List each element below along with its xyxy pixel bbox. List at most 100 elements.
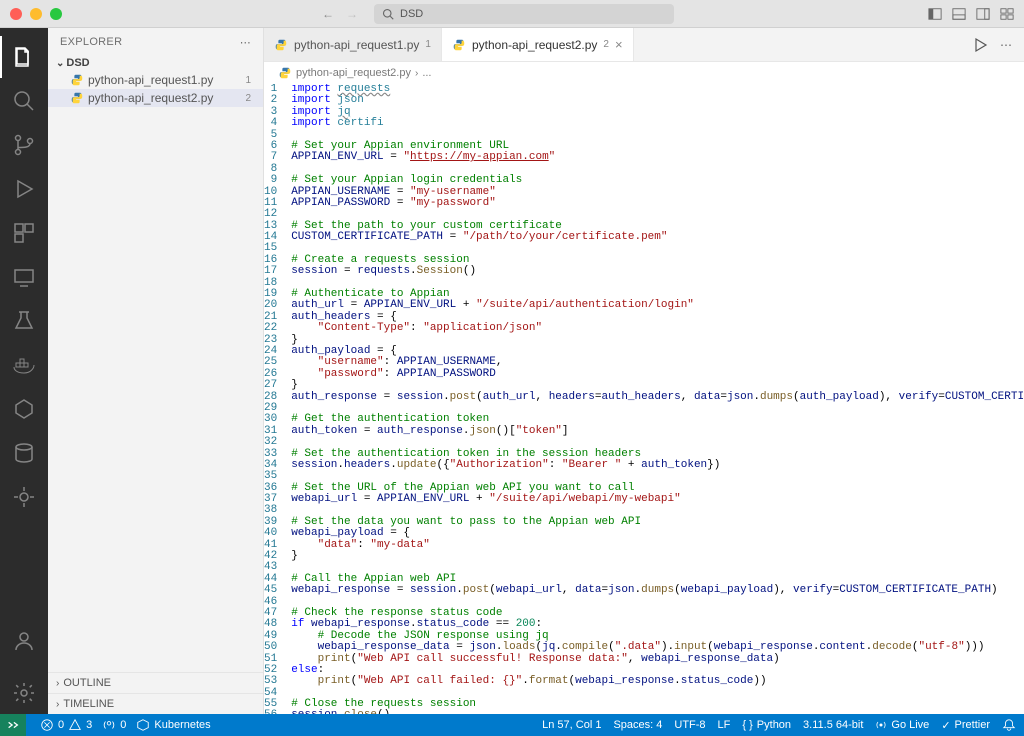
remote-indicator[interactable] bbox=[0, 714, 26, 736]
python-file-icon bbox=[278, 66, 292, 80]
chevron-down-icon: ⌄ bbox=[56, 58, 64, 69]
status-notifications[interactable] bbox=[1002, 718, 1016, 732]
status-indentation[interactable]: Spaces: 4 bbox=[613, 719, 662, 731]
warning-icon bbox=[68, 718, 82, 732]
close-tab-button[interactable]: × bbox=[615, 37, 623, 52]
status-prettier[interactable]: ✓Prettier bbox=[941, 719, 990, 732]
chevron-right-icon: › bbox=[56, 678, 59, 689]
broadcast-icon bbox=[875, 719, 887, 731]
live-share-icon bbox=[12, 485, 36, 509]
status-ports[interactable]: 0 bbox=[102, 718, 126, 732]
layout-sidebar-right-icon[interactable] bbox=[976, 7, 990, 21]
file-name: python-api_request2.py bbox=[88, 91, 213, 105]
chevron-right-icon: › bbox=[415, 68, 418, 79]
radio-tower-icon bbox=[102, 718, 116, 732]
error-icon bbox=[40, 718, 54, 732]
file-badge: 1 bbox=[245, 75, 255, 86]
status-problems[interactable]: 0 3 bbox=[40, 718, 92, 732]
activity-run-debug[interactable] bbox=[0, 168, 48, 210]
run-file-button[interactable] bbox=[972, 37, 988, 53]
activity-live-share[interactable] bbox=[0, 476, 48, 518]
layout-sidebar-left-icon[interactable] bbox=[928, 7, 942, 21]
play-bug-icon bbox=[12, 177, 36, 201]
nav-forward-button[interactable]: → bbox=[346, 7, 358, 21]
nav-arrows: ← → bbox=[322, 7, 358, 21]
editor-area: python-api_request1.py1python-api_reques… bbox=[264, 28, 1024, 714]
chevron-right-icon: › bbox=[56, 699, 59, 710]
file-badge: 2 bbox=[245, 93, 255, 104]
breadcrumb-more[interactable]: ... bbox=[422, 67, 431, 79]
window-controls bbox=[10, 8, 62, 20]
editor-tabs: python-api_request1.py1python-api_reques… bbox=[264, 28, 1024, 62]
activity-search[interactable] bbox=[0, 80, 48, 122]
activity-docker[interactable] bbox=[0, 344, 48, 386]
titlebar-actions bbox=[928, 7, 1014, 21]
breadcrumb-file[interactable]: python-api_request2.py bbox=[296, 67, 411, 79]
database-icon bbox=[12, 441, 36, 465]
git-branch-icon bbox=[12, 133, 36, 157]
activity-kubernetes[interactable] bbox=[0, 388, 48, 430]
extensions-icon bbox=[12, 221, 36, 245]
bell-icon bbox=[1002, 718, 1016, 732]
status-kubernetes[interactable]: Kubernetes bbox=[136, 718, 210, 732]
status-eol[interactable]: LF bbox=[718, 719, 731, 731]
gear-icon bbox=[12, 681, 36, 705]
remote-icon bbox=[12, 265, 36, 289]
explorer-title: EXPLORER bbox=[60, 36, 122, 49]
file-name: python-api_request1.py bbox=[88, 73, 213, 87]
search-text: DSD bbox=[400, 8, 423, 20]
nav-back-button[interactable]: ← bbox=[322, 7, 334, 21]
activity-accounts[interactable] bbox=[0, 620, 48, 662]
timeline-section[interactable]: ›TIMELINE bbox=[48, 693, 263, 714]
tab-badge: 2 bbox=[603, 39, 609, 50]
code-content[interactable]: import requestsimport jsonimport jqimpor… bbox=[291, 84, 1024, 714]
folder-name: DSD bbox=[66, 57, 89, 69]
activity-source-control[interactable] bbox=[0, 124, 48, 166]
python-file-icon bbox=[274, 38, 288, 52]
editor-tab[interactable]: python-api_request2.py 2 × bbox=[442, 28, 634, 61]
status-language[interactable]: { }Python bbox=[742, 719, 791, 731]
customize-layout-icon[interactable] bbox=[1000, 7, 1014, 21]
status-encoding[interactable]: UTF-8 bbox=[674, 719, 705, 731]
explorer-sidebar: EXPLORER ⋯ ⌄ DSD python-api_request1.py 1… bbox=[48, 28, 264, 714]
explorer-more-button[interactable]: ⋯ bbox=[240, 36, 251, 49]
explorer-header: EXPLORER ⋯ bbox=[48, 28, 263, 53]
activity-database[interactable] bbox=[0, 432, 48, 474]
remote-icon bbox=[6, 718, 20, 732]
file-item[interactable]: python-api_request2.py 2 bbox=[48, 89, 263, 107]
close-window-button[interactable] bbox=[10, 8, 22, 20]
search-icon bbox=[12, 89, 36, 113]
files-icon bbox=[12, 45, 36, 69]
command-center-search[interactable]: DSD bbox=[374, 4, 674, 24]
tab-badge: 1 bbox=[425, 39, 431, 50]
breadcrumb[interactable]: python-api_request2.py › ... bbox=[264, 62, 1024, 84]
account-icon bbox=[12, 629, 36, 653]
activity-testing[interactable] bbox=[0, 300, 48, 342]
activity-extensions[interactable] bbox=[0, 212, 48, 254]
outline-section[interactable]: ›OUTLINE bbox=[48, 672, 263, 693]
status-cursor-position[interactable]: Ln 57, Col 1 bbox=[542, 719, 601, 731]
beaker-icon bbox=[12, 309, 36, 333]
file-item[interactable]: python-api_request1.py 1 bbox=[48, 71, 263, 89]
status-bar: 0 3 0 Kubernetes Ln 57, Col 1 Spaces: 4 … bbox=[0, 714, 1024, 736]
minimize-window-button[interactable] bbox=[30, 8, 42, 20]
status-interpreter[interactable]: 3.11.5 64-bit bbox=[803, 719, 863, 731]
kubernetes-icon bbox=[12, 397, 36, 421]
python-file-icon bbox=[452, 38, 466, 52]
workspace-folder[interactable]: ⌄ DSD bbox=[48, 55, 263, 71]
tab-label: python-api_request1.py bbox=[294, 38, 419, 52]
code-editor[interactable]: 1234567891011121314151617181920212223242… bbox=[264, 84, 1024, 714]
activity-settings[interactable] bbox=[0, 672, 48, 714]
layout-panel-icon[interactable] bbox=[952, 7, 966, 21]
docker-icon bbox=[12, 353, 36, 377]
activity-explorer[interactable] bbox=[0, 36, 48, 78]
editor-more-button[interactable]: ⋯ bbox=[1000, 38, 1012, 52]
search-icon bbox=[382, 8, 394, 20]
editor-tab[interactable]: python-api_request1.py 1 bbox=[264, 28, 442, 61]
titlebar: ← → DSD bbox=[0, 0, 1024, 28]
python-file-icon bbox=[70, 91, 84, 105]
tab-label: python-api_request2.py bbox=[472, 38, 597, 52]
maximize-window-button[interactable] bbox=[50, 8, 62, 20]
status-go-live[interactable]: Go Live bbox=[875, 719, 929, 731]
activity-remote[interactable] bbox=[0, 256, 48, 298]
